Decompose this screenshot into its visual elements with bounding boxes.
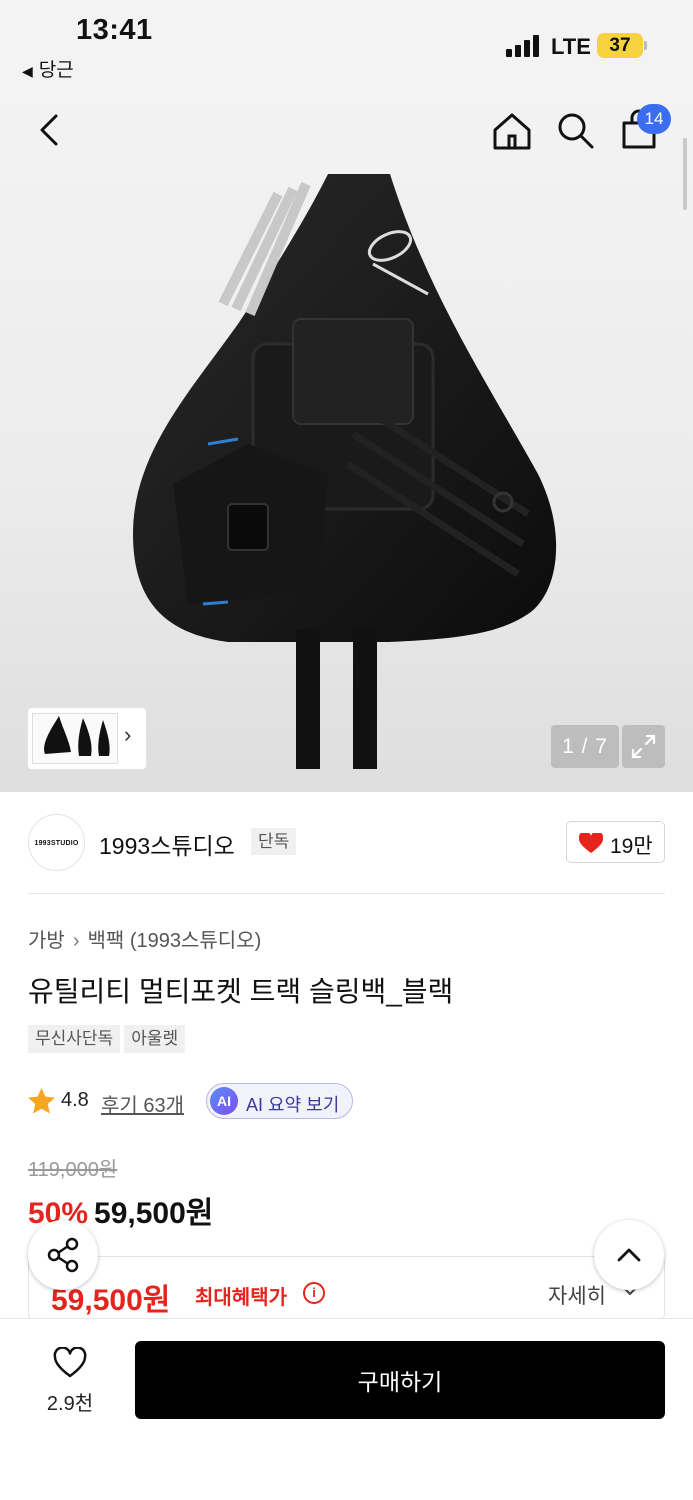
brand-like-button[interactable]: 19만 <box>566 821 665 863</box>
wishlist-button[interactable]: 2.9천 <box>30 1339 110 1419</box>
breadcrumb-item-category[interactable]: 가방 <box>28 930 65 952</box>
bottom-action-bar: 2.9천 구매하기 <box>0 1318 693 1500</box>
star-icon <box>28 1088 55 1114</box>
breadcrumb-separator-icon: › <box>72 930 80 952</box>
thumbnail-strip[interactable]: › <box>28 708 146 769</box>
thumbnail-image[interactable] <box>32 713 118 764</box>
sale-price: 59,500원 <box>94 1197 214 1230</box>
thumbnail-bag-icon <box>44 716 110 756</box>
product-image-gallery[interactable]: › 1 / 7 <box>0 88 693 792</box>
product-tags: 무신사단독 아울렛 <box>28 1025 189 1053</box>
back-to-app-link[interactable]: ◀ 당근 <box>22 55 74 82</box>
buy-button[interactable]: 구매하기 <box>135 1341 665 1419</box>
ai-summary-button[interactable]: AI AI 요약 보기 <box>206 1083 353 1119</box>
heart-outline-icon <box>53 1347 87 1378</box>
breadcrumb: 가방 › 백팩 (1993스튜디오) <box>28 924 261 953</box>
breadcrumb-item-subcategory[interactable]: 백팩 (1993스튜디오) <box>87 930 261 952</box>
exclusive-badge: 단독 <box>251 828 297 855</box>
status-bar: 13:41 ◀ 당근 LTE 37 <box>0 0 693 88</box>
rating-score: 4.8 <box>61 1089 89 1111</box>
expand-icon <box>631 734 656 759</box>
status-time: 13:41 <box>76 14 153 46</box>
seller-row[interactable]: 1993STUDIO 1993스튜디오 단독 19만 <box>28 814 665 894</box>
home-icon <box>493 113 531 150</box>
wishlist-count: 2.9천 <box>46 1393 94 1415</box>
back-icon <box>40 114 58 146</box>
expand-button[interactable] <box>622 725 665 768</box>
battery-icon: 37 <box>597 33 643 58</box>
back-button[interactable] <box>28 108 72 152</box>
max-benefit-label: 최대혜택가 <box>195 1287 287 1309</box>
battery-nub <box>644 41 647 50</box>
scroll-top-button[interactable] <box>594 1220 664 1290</box>
original-price: 119,000원 <box>28 1159 118 1181</box>
tag-outlet: 아울렛 <box>124 1025 186 1053</box>
reviews-link[interactable]: 후기 63개 <box>101 1089 184 1118</box>
seller-logo[interactable]: 1993STUDIO <box>28 814 85 871</box>
chevron-up-icon <box>617 1248 641 1262</box>
search-icon <box>558 113 594 149</box>
back-app-label: 당근 <box>38 60 74 81</box>
ai-icon: AI <box>210 1087 238 1115</box>
share-button[interactable] <box>28 1220 98 1290</box>
ai-summary-label: AI 요약 보기 <box>246 1095 340 1115</box>
heart-filled-icon <box>579 833 603 853</box>
product-title: 유틸리티 멀티포켓 트랙 슬링백_블랙 <box>28 976 454 1007</box>
share-icon <box>47 1237 79 1273</box>
home-button[interactable] <box>490 110 534 154</box>
network-label: LTE <box>551 34 591 59</box>
product-photo <box>133 174 557 769</box>
seller-name[interactable]: 1993스튜디오 <box>99 827 235 861</box>
search-button[interactable] <box>553 108 597 152</box>
image-counter: 1 / 7 <box>551 725 619 768</box>
max-benefit-box[interactable]: 59,500원 최대혜택가 i 자세히 <box>28 1256 665 1320</box>
back-triangle-icon: ◀ <box>22 63 33 79</box>
thumbnail-next-icon[interactable]: › <box>124 722 131 748</box>
brand-like-count: 19만 <box>610 835 653 858</box>
cart-count-badge: 14 <box>637 104 671 134</box>
info-icon[interactable]: i <box>303 1282 325 1304</box>
tag-musinsa-exclusive: 무신사단독 <box>28 1025 121 1053</box>
scrollbar[interactable] <box>683 138 687 210</box>
signal-icon <box>506 35 542 57</box>
product-page: 13:41 ◀ 당근 LTE 37 › 1 / 7 14 1993STUDIO … <box>0 0 693 1500</box>
